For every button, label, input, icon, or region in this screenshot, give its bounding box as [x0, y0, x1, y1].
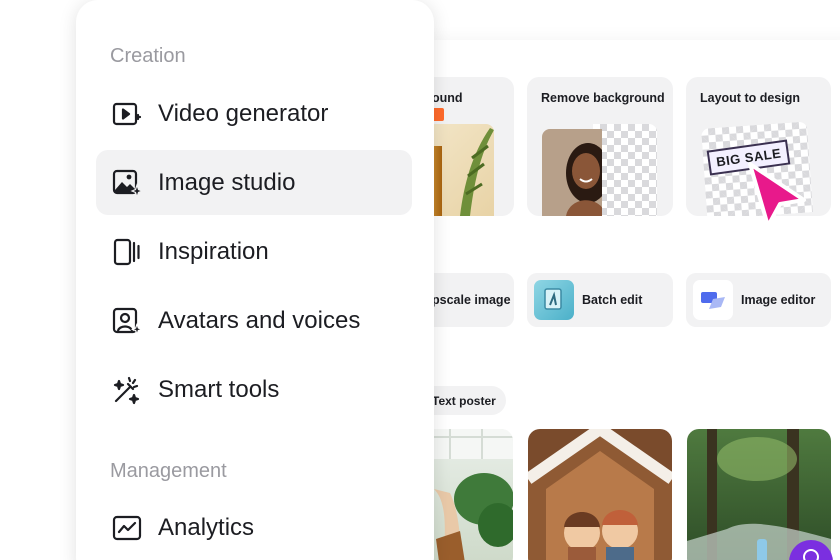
navigation-dropdown-menu: Creation Video generator Image studio In… — [76, 0, 434, 560]
feature-card-remove-background[interactable]: Remove background — [527, 77, 673, 216]
image-sparkle-icon — [112, 168, 142, 198]
tool-upscale-image[interactable]: pscale image — [420, 273, 514, 327]
menu-item-label: Video generator — [158, 99, 329, 127]
pointer-cursor-icon — [744, 160, 810, 230]
transparency-checker — [593, 124, 657, 216]
video-play-icon — [112, 99, 142, 129]
magic-wand-icon — [112, 375, 142, 405]
menu-item-image-studio[interactable]: Image studio — [96, 150, 412, 215]
cards-stack-icon — [112, 237, 142, 267]
feature-card-title: ound — [432, 91, 463, 105]
tool-batch-edit[interactable]: Batch edit — [527, 273, 673, 327]
menu-item-avatars-and-voices[interactable]: Avatars and voices — [96, 288, 412, 353]
portrait-photo — [542, 129, 602, 216]
inspiration-photo-gingerbread[interactable] — [528, 429, 672, 560]
feature-card-background[interactable]: ound — [420, 77, 514, 216]
tool-label: Image editor — [741, 293, 816, 307]
menu-item-label: Image studio — [158, 168, 296, 196]
menu-item-analytics[interactable]: Analytics — [96, 495, 412, 560]
menu-item-label: Inspiration — [158, 237, 269, 265]
feature-card-title: Remove background — [541, 91, 665, 105]
menu-item-inspiration[interactable]: Inspiration — [96, 219, 412, 284]
tool-label: Batch edit — [582, 293, 643, 307]
support-icon — [803, 549, 819, 560]
menu-item-label: Smart tools — [158, 375, 280, 403]
menu-item-smart-tools[interactable]: Smart tools — [96, 357, 412, 422]
batch-edit-icon — [534, 280, 574, 320]
menu-item-label: Avatars and voices — [158, 306, 361, 334]
section-label-management: Management — [110, 460, 227, 482]
tool-image-editor[interactable]: Image editor — [686, 273, 831, 327]
section-label-creation: Creation — [110, 45, 186, 67]
image-editor-icon — [693, 280, 733, 320]
feature-card-title: Layout to design — [700, 91, 800, 105]
menu-item-label: Analytics — [158, 513, 255, 541]
tool-label: pscale image — [432, 293, 511, 307]
menu-item-video-generator[interactable]: Video generator — [96, 81, 412, 146]
analytics-chart-icon — [112, 513, 142, 543]
avatar-sparkle-icon — [112, 306, 142, 336]
